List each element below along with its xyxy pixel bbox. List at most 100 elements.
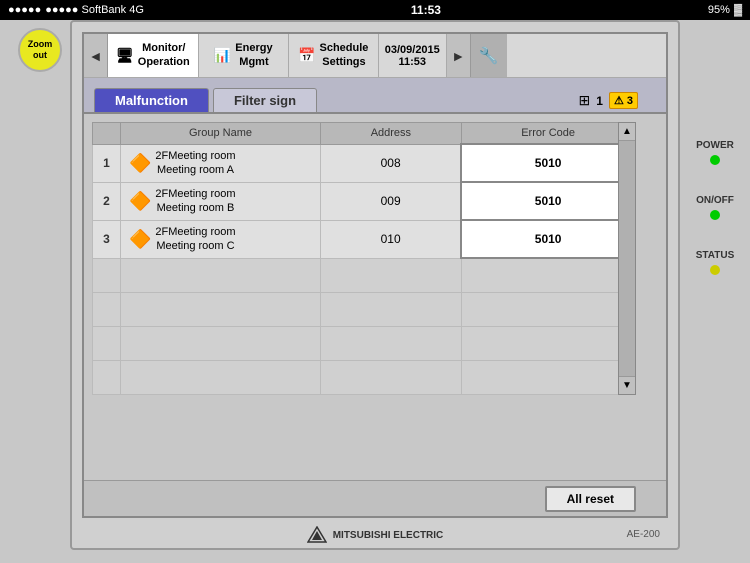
row-num-3: 3 [93,220,121,258]
empty-cell [121,360,321,394]
empty-cell [461,360,635,394]
malfunction-table: Group Name Address Error Code 1 [92,122,636,395]
battery-label: 95% [708,4,730,16]
grid-count: 1 [596,94,603,108]
all-reset-button[interactable]: All reset [545,486,636,512]
empty-cell [321,258,462,292]
nav-tab-schedule[interactable]: 📅 ScheduleSettings [289,34,379,77]
energy-icon: 📊 [214,47,231,64]
table-row: 2 🔶 2FMeeting roomMeeting room B 009 50 [93,182,636,220]
address-1: 008 [321,144,462,182]
status-dot [710,265,720,275]
bottom-bar: All reset [84,480,666,516]
battery-info: 95% ▓ [708,4,742,16]
error-code-2: 5010 [461,182,635,220]
empty-cell [321,360,462,394]
table-row: 3 🔶 2FMeeting roomMeeting room C 010 50 [93,220,636,258]
grid-icon: ⊞ [579,92,591,109]
power-indicator: POWER [696,140,734,165]
status-time: 11:53 [411,3,441,17]
status-indicator: STATUS [696,250,735,275]
warning-triangle: ⚠ [614,95,624,107]
monitor-label: Monitor/Operation [138,42,190,68]
nav-bar: ◄ 🖥 Monitor/Operation 📊 EnergyMgmt 📅 Sch… [84,34,666,78]
mitsubishi-logo-icon [307,526,327,544]
empty-cell [461,292,635,326]
scroll-down-button[interactable]: ▼ [619,376,635,394]
energy-label: EnergyMgmt [235,42,272,68]
schedule-icon: 📅 [298,47,315,64]
zoom-out-button[interactable]: Zoomout [18,28,62,72]
group-name-2: 🔶 2FMeeting roomMeeting room B [121,182,321,220]
sub-tab-malfunction[interactable]: Malfunction [94,88,209,112]
nav-wrench-button[interactable]: 🔧 [471,34,507,77]
address-3: 010 [321,220,462,258]
main-area: Group Name Address Error Code 1 [84,114,666,516]
schedule-label: ScheduleSettings [320,42,369,68]
col-header-errorcode: Error Code [461,123,635,145]
empty-cell [121,292,321,326]
empty-cell [121,258,321,292]
table-row: 1 🔶 2FMeeting roomMeeting room A 008 50 [93,144,636,182]
group-text-3: 2FMeeting roomMeeting room C [155,225,235,254]
warning-count: 3 [627,95,633,107]
nav-tab-energy[interactable]: 📊 EnergyMgmt [199,34,289,77]
empty-cell [93,292,121,326]
warning-icon-2: 🔶 [129,191,151,212]
nav-time: 11:53 [399,56,427,68]
empty-cell [93,360,121,394]
group-text-1: 2FMeeting roomMeeting room A [155,149,235,178]
onoff-dot [710,210,720,220]
row-num-1: 1 [93,144,121,182]
empty-cell [461,326,635,360]
group-text-2: 2FMeeting roomMeeting room B [155,187,235,216]
brand-text: MITSUBISHI ELECTRIC [333,530,444,541]
table-area: Group Name Address Error Code 1 [84,114,666,480]
power-label: POWER [696,140,734,151]
table-row-empty [93,360,636,394]
battery-icon: ▓ [734,4,742,16]
onoff-indicator: ON/OFF [696,195,734,220]
address-2: 009 [321,182,462,220]
sub-tab-filtersign[interactable]: Filter sign [213,88,317,112]
right-panel: POWER ON/OFF STATUS [680,20,750,550]
table-row-empty [93,292,636,326]
col-header-address: Address [321,123,462,145]
col-header-groupname: Group Name [121,123,321,145]
device-footer: MITSUBISHI ELECTRIC [72,526,678,544]
filtersign-tab-label: Filter sign [234,93,296,108]
nav-prev-arrow[interactable]: ◄ [84,34,108,77]
empty-cell [93,326,121,360]
sub-tabs-right: ⊞ 1 ⚠ 3 [579,92,666,112]
scrollbar[interactable]: ▲ ▼ [618,122,636,395]
warning-badge: ⚠ 3 [609,92,638,109]
brand-label: MITSUBISHI ELECTRIC [333,530,444,541]
col-header-num [93,123,121,145]
group-name-3: 🔶 2FMeeting roomMeeting room C [121,220,321,258]
empty-cell [461,258,635,292]
table-wrapper: Group Name Address Error Code 1 [92,122,636,395]
warning-icon-3: 🔶 [129,229,151,250]
group-name-1: 🔶 2FMeeting roomMeeting room A [121,144,321,182]
carrier-label: ●●●●● SoftBank 4G [45,4,144,16]
empty-cell [321,292,462,326]
nav-next-arrow[interactable]: ► [447,34,471,77]
monitor-icon: 🖥 [116,47,134,64]
sub-tabs-row: Malfunction Filter sign ⊞ 1 ⚠ 3 [84,78,666,114]
onoff-label: ON/OFF [696,195,734,206]
screen: ◄ 🖥 Monitor/Operation 📊 EnergyMgmt 📅 Sch… [82,32,668,518]
nav-date: 03/09/2015 [385,44,440,56]
zoom-out-label: Zoomout [28,39,53,61]
nav-date-time: 03/09/2015 11:53 [379,34,447,77]
table-row-empty [93,326,636,360]
nav-tab-monitor[interactable]: 🖥 Monitor/Operation [108,34,199,77]
sub-tabs-left: Malfunction Filter sign [84,88,579,112]
power-dot [710,155,720,165]
warning-icon-1: 🔶 [129,153,151,174]
empty-cell [93,258,121,292]
table-row-empty [93,258,636,292]
scroll-up-button[interactable]: ▲ [619,123,635,141]
wrench-icon: 🔧 [479,46,499,66]
error-code-3: 5010 [461,220,635,258]
model-label: AE-200 [627,529,660,540]
